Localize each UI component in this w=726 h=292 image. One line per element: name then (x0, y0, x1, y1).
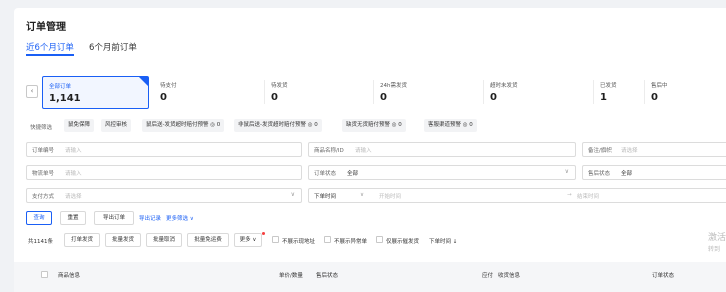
print-and-ship-button[interactable]: 打单发货 (64, 233, 100, 247)
field-label: 商品名称/ID (314, 148, 344, 154)
status-card-label: 24h需发货 (380, 83, 407, 89)
field-placeholder: 请选择 (65, 194, 82, 200)
field-placeholder: 请选择 (621, 148, 638, 154)
status-card-pending-shipment[interactable]: 待发货 0 (265, 76, 370, 109)
batch-ship-button[interactable]: 批量发货 (105, 233, 141, 247)
sort-by-order-time[interactable]: 下单时间 ↓ (429, 237, 457, 245)
active-tab-indicator (26, 54, 74, 56)
remark-flag-field[interactable]: 备注/旗帜 请选择 (582, 142, 726, 157)
quick-filter-chip[interactable]: 缺货无货赔付预警 ◎ 0 (342, 119, 406, 132)
logistics-no-field[interactable]: 物流单号 请输入 (26, 165, 302, 180)
time-range-arrow-icon: → (567, 192, 572, 198)
status-card-after-sale[interactable]: 售后中 0 (645, 76, 726, 109)
status-card-label: 全部订单 (49, 84, 72, 90)
more-actions-button[interactable]: 更多 ∨ (234, 233, 262, 247)
status-card-pending-payment[interactable]: 待支付 0 (154, 76, 259, 109)
field-label: 订单状态 (314, 171, 337, 177)
order-count: 共1141条 (28, 239, 53, 245)
quick-filter-chip[interactable]: 非鼠后送-发货超时赔付预警 ◎ 0 (234, 119, 322, 132)
quick-filter-chip[interactable]: 客服渠道预警 ◎ 0 (424, 119, 477, 132)
status-card-value: 0 (160, 92, 167, 103)
field-label: 物流单号 (32, 171, 55, 177)
field-placeholder: 请输入 (355, 148, 372, 154)
field-placeholder: 请输入 (65, 148, 82, 154)
after-sale-status-select[interactable]: 售后状态 全部 (582, 165, 726, 180)
status-card-value: 1,141 (49, 93, 81, 104)
end-time-input[interactable]: 结束时间 (577, 192, 599, 200)
start-time-input[interactable]: 开始时间 (379, 192, 401, 200)
payment-method-select[interactable]: 支付方式 请选择 ∨ (26, 188, 302, 203)
status-card-all[interactable]: 全部订单 1,141 (42, 76, 149, 109)
field-label: 售后状态 (588, 171, 611, 177)
tab-recent-6-months[interactable]: 近6个月订单 (26, 41, 74, 53)
activation-hint-subtitle: 转到 (708, 246, 721, 253)
column-receiver-info: 收货信息 (498, 273, 521, 279)
tab-before-6-months[interactable]: 6个月前订单 (89, 41, 137, 53)
chevron-down-icon: ∨ (564, 168, 569, 175)
status-card-ship-within-24h[interactable]: 24h需发货 0 (374, 76, 479, 109)
collapse-cards-button[interactable]: ‹ (26, 85, 38, 98)
field-value: 全部 (621, 171, 633, 177)
column-amount-paid: 应付 (482, 273, 494, 279)
column-price-qty: 单价/数量 (279, 273, 303, 279)
order-status-select[interactable]: 订单状态 全部 ∨ (308, 165, 576, 180)
product-name-field[interactable]: 商品名称/ID 请输入 (308, 142, 576, 157)
status-card-shipped[interactable]: 已发货 1 (594, 76, 644, 109)
activation-hint-title: 激活 (708, 233, 726, 243)
chevron-left-icon: ‹ (30, 87, 34, 95)
batch-free-shipping-button[interactable]: 批量免运费 (187, 233, 229, 247)
field-label: 备注/旗帜 (588, 148, 612, 154)
field-value: 全部 (347, 171, 359, 177)
chevron-down-icon: ∨ (360, 192, 365, 198)
status-card-value: 0 (651, 92, 658, 103)
select-all-checkbox[interactable] (41, 271, 48, 278)
status-card-value: 1 (600, 92, 607, 103)
status-card-label: 待支付 (160, 83, 177, 89)
field-label: 支付方式 (32, 194, 55, 200)
more-filters-link[interactable]: 更多筛选 ∨ (166, 214, 194, 222)
quick-filter-label: 快捷筛选 (30, 125, 53, 131)
status-card-value: 0 (380, 92, 387, 103)
status-card-label: 已发货 (600, 83, 617, 89)
status-card-overdue-shipment[interactable]: 超时未发货 0 (484, 76, 589, 109)
order-no-field[interactable]: 订单编号 请输入 (26, 142, 302, 157)
table-header: 商品信息 单价/数量 售后状态 应付 收货信息 订单状态 (14, 262, 726, 292)
hide-abnormal-checkbox[interactable] (324, 236, 331, 243)
status-card-value: 0 (490, 92, 497, 103)
quick-filter-chip[interactable]: 风控审核 (101, 119, 132, 132)
status-card-label: 待发货 (271, 83, 288, 89)
export-orders-button[interactable]: 导出订单 (94, 211, 134, 225)
status-card-label: 超时未发货 (490, 83, 518, 89)
order-management-panel: 订单管理 近6个月订单 6个月前订单 ‹ 全部订单 1,141 待支付 0 待发… (14, 8, 726, 292)
reset-button[interactable]: 重置 (60, 211, 86, 225)
column-product-info: 商品信息 (58, 273, 81, 279)
status-card-value: 0 (271, 92, 278, 103)
page-title: 订单管理 (26, 22, 66, 33)
time-type-select[interactable]: 下单时间 (314, 192, 336, 200)
hide-address-checkbox[interactable] (272, 236, 279, 243)
column-order-status: 订单状态 (652, 273, 675, 279)
query-button[interactable]: 查询 (26, 211, 52, 225)
column-after-sale-status: 售后状态 (316, 273, 339, 279)
export-log-link[interactable]: 导出记录 (139, 214, 161, 222)
field-label: 订单编号 (32, 148, 55, 154)
hide-address-label: 不展示现地址 (282, 239, 316, 245)
status-card-label: 售后中 (651, 83, 668, 89)
quick-filter-chip[interactable]: 鼠后送-发货超时赔付预警 ◎ 0 (142, 119, 225, 132)
notification-dot (262, 232, 265, 235)
selected-corner-icon (139, 77, 148, 86)
urge-only-label: 仅展示催发货 (386, 239, 420, 245)
hide-abnormal-label: 不展示异常单 (334, 239, 368, 245)
chevron-down-icon: ∨ (290, 191, 295, 198)
field-placeholder: 请输入 (65, 171, 82, 177)
time-range-field[interactable]: 下单时间 ∨ 开始时间 → 结束时间 (308, 188, 726, 203)
quick-filter-chip[interactable]: 鼠免保障 (64, 119, 95, 132)
batch-cancel-button[interactable]: 批量取消 (146, 233, 182, 247)
urge-only-checkbox[interactable] (376, 236, 383, 243)
